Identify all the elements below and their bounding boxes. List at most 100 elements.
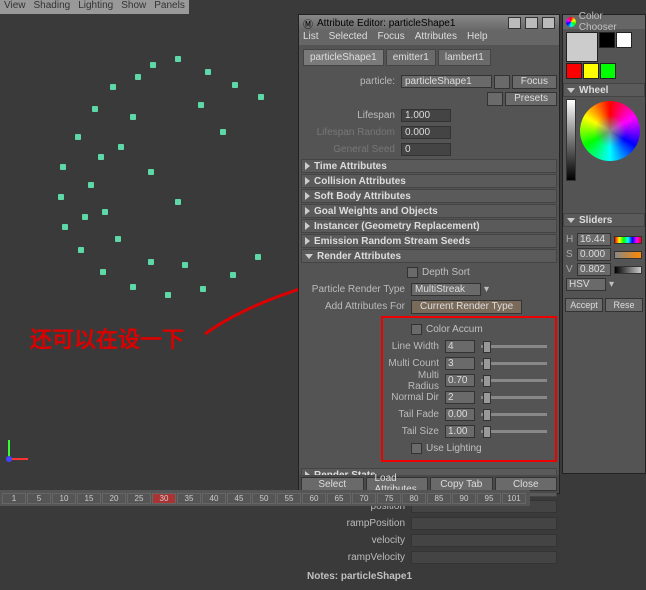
tl-5[interactable]: 5 bbox=[27, 493, 51, 504]
close-button[interactable] bbox=[542, 17, 555, 29]
ae-menu-focus[interactable]: Focus bbox=[377, 31, 404, 45]
ae-menu-attributes[interactable]: Attributes bbox=[415, 31, 457, 45]
menu-panels[interactable]: Panels bbox=[154, 0, 185, 14]
tl-40[interactable]: 40 bbox=[202, 493, 226, 504]
close-button[interactable]: Close bbox=[495, 477, 558, 491]
menu-shading[interactable]: Shading bbox=[34, 0, 71, 14]
menu-lighting[interactable]: Lighting bbox=[78, 0, 113, 14]
object-name-field[interactable]: particleShape1 bbox=[401, 75, 492, 88]
tl-101[interactable]: 101 bbox=[502, 493, 526, 504]
section-time[interactable]: Time Attributes bbox=[301, 159, 557, 173]
v-field[interactable]: 0.802 bbox=[577, 263, 611, 276]
lifespan-field[interactable]: 1.000 bbox=[401, 109, 451, 122]
select-button[interactable]: Select bbox=[301, 477, 364, 491]
tab-emitter[interactable]: emitter1 bbox=[386, 49, 436, 66]
normal-dir-field[interactable]: 2 bbox=[445, 391, 475, 404]
copy-tab-button[interactable]: Copy Tab bbox=[430, 477, 493, 491]
nav-back-button[interactable] bbox=[494, 75, 510, 89]
dropdown-arrow-icon[interactable]: ▾ bbox=[609, 279, 614, 290]
load-attributes-button[interactable]: Load Attributes bbox=[366, 477, 429, 491]
maximize-button[interactable] bbox=[525, 17, 538, 29]
minimize-button[interactable] bbox=[508, 17, 521, 29]
menu-view[interactable]: View bbox=[4, 0, 26, 14]
section-collision[interactable]: Collision Attributes bbox=[301, 174, 557, 188]
accept-button[interactable]: Accept bbox=[565, 298, 603, 312]
tab-particleshape[interactable]: particleShape1 bbox=[303, 49, 384, 66]
multi-count-slider[interactable] bbox=[481, 362, 547, 365]
s-field[interactable]: 0.000 bbox=[577, 248, 611, 261]
dropdown-arrow-icon[interactable]: ▾ bbox=[481, 284, 492, 295]
tl-25[interactable]: 25 bbox=[127, 493, 151, 504]
tl-90[interactable]: 90 bbox=[452, 493, 476, 504]
use-lighting-checkbox[interactable] bbox=[411, 443, 422, 454]
presets-button[interactable]: Presets bbox=[505, 92, 557, 106]
multi-radius-field[interactable]: 0.70 bbox=[445, 374, 475, 387]
tl-30[interactable]: 30 bbox=[152, 493, 176, 504]
swatch-white[interactable] bbox=[616, 32, 632, 48]
tl-50[interactable]: 50 bbox=[252, 493, 276, 504]
mode-dropdown[interactable]: HSV bbox=[566, 278, 606, 291]
timeline[interactable]: 1 5 10 15 20 25 30 35 40 45 50 55 60 65 … bbox=[0, 490, 530, 506]
ae-titlebar[interactable]: Ⓜ Attribute Editor: particleShape1 bbox=[299, 15, 559, 31]
s-slider[interactable] bbox=[614, 251, 642, 259]
tl-70[interactable]: 70 bbox=[352, 493, 376, 504]
section-render[interactable]: Render Attributes bbox=[301, 249, 557, 263]
tl-60[interactable]: 60 bbox=[302, 493, 326, 504]
section-instancer[interactable]: Instancer (Geometry Replacement) bbox=[301, 219, 557, 233]
tl-75[interactable]: 75 bbox=[377, 493, 401, 504]
normal-dir-slider[interactable] bbox=[481, 396, 547, 399]
section-goal[interactable]: Goal Weights and Objects bbox=[301, 204, 557, 218]
h-slider[interactable] bbox=[614, 236, 642, 244]
focus-button[interactable]: Focus bbox=[512, 75, 557, 89]
swatch-green[interactable] bbox=[600, 63, 616, 79]
tl-15[interactable]: 15 bbox=[77, 493, 101, 504]
menu-show[interactable]: Show bbox=[121, 0, 146, 14]
swatch-black[interactable] bbox=[599, 32, 615, 48]
color-accum-checkbox[interactable] bbox=[411, 324, 422, 335]
cc-wheel-section[interactable]: Wheel bbox=[563, 83, 645, 97]
tl-95[interactable]: 95 bbox=[477, 493, 501, 504]
ae-menu-list[interactable]: List bbox=[303, 31, 319, 45]
tl-80[interactable]: 80 bbox=[402, 493, 426, 504]
pp-rampposition-field[interactable] bbox=[411, 517, 557, 530]
pp-velocity-field[interactable] bbox=[411, 534, 557, 547]
swatch-current[interactable] bbox=[566, 32, 598, 62]
render-type-dropdown[interactable]: MultiStreak bbox=[411, 283, 481, 296]
section-softbody[interactable]: Soft Body Attributes bbox=[301, 189, 557, 203]
line-width-slider[interactable] bbox=[481, 345, 547, 348]
tail-fade-slider[interactable] bbox=[481, 413, 547, 416]
tl-65[interactable]: 65 bbox=[327, 493, 351, 504]
tl-1[interactable]: 1 bbox=[2, 493, 26, 504]
line-width-field[interactable]: 4 bbox=[445, 340, 475, 353]
tl-35[interactable]: 35 bbox=[177, 493, 201, 504]
color-wheel[interactable] bbox=[580, 101, 640, 161]
tab-lambert[interactable]: lambert1 bbox=[438, 49, 491, 66]
tail-fade-field[interactable]: 0.00 bbox=[445, 408, 475, 421]
tl-10[interactable]: 10 bbox=[52, 493, 76, 504]
swatch-red[interactable] bbox=[566, 63, 582, 79]
tail-size-field[interactable]: 1.00 bbox=[445, 425, 475, 438]
multi-count-field[interactable]: 3 bbox=[445, 357, 475, 370]
use-lighting-label: Use Lighting bbox=[426, 443, 482, 454]
depth-sort-checkbox[interactable] bbox=[407, 267, 418, 278]
v-slider[interactable] bbox=[614, 266, 642, 274]
ae-menu-help[interactable]: Help bbox=[467, 31, 488, 45]
nav-fwd-button[interactable] bbox=[487, 92, 503, 106]
swatch-yellow[interactable] bbox=[583, 63, 599, 79]
ae-menu-selected[interactable]: Selected bbox=[329, 31, 368, 45]
viewport[interactable]: 还可以在设一下 bbox=[0, 14, 298, 480]
h-field[interactable]: 16.44 bbox=[577, 233, 611, 246]
value-strip[interactable] bbox=[566, 99, 576, 181]
cc-sliders-section[interactable]: Sliders bbox=[563, 213, 645, 227]
multi-radius-slider[interactable] bbox=[481, 379, 547, 382]
tl-20[interactable]: 20 bbox=[102, 493, 126, 504]
tl-45[interactable]: 45 bbox=[227, 493, 251, 504]
tl-55[interactable]: 55 bbox=[277, 493, 301, 504]
tail-size-slider[interactable] bbox=[481, 430, 547, 433]
cc-titlebar[interactable]: Color Chooser bbox=[563, 15, 645, 29]
add-attr-button[interactable]: Current Render Type bbox=[411, 300, 522, 314]
reset-button[interactable]: Rese bbox=[605, 298, 643, 312]
tl-85[interactable]: 85 bbox=[427, 493, 451, 504]
pp-rampvelocity-field[interactable] bbox=[411, 551, 557, 564]
section-emission[interactable]: Emission Random Stream Seeds bbox=[301, 234, 557, 248]
